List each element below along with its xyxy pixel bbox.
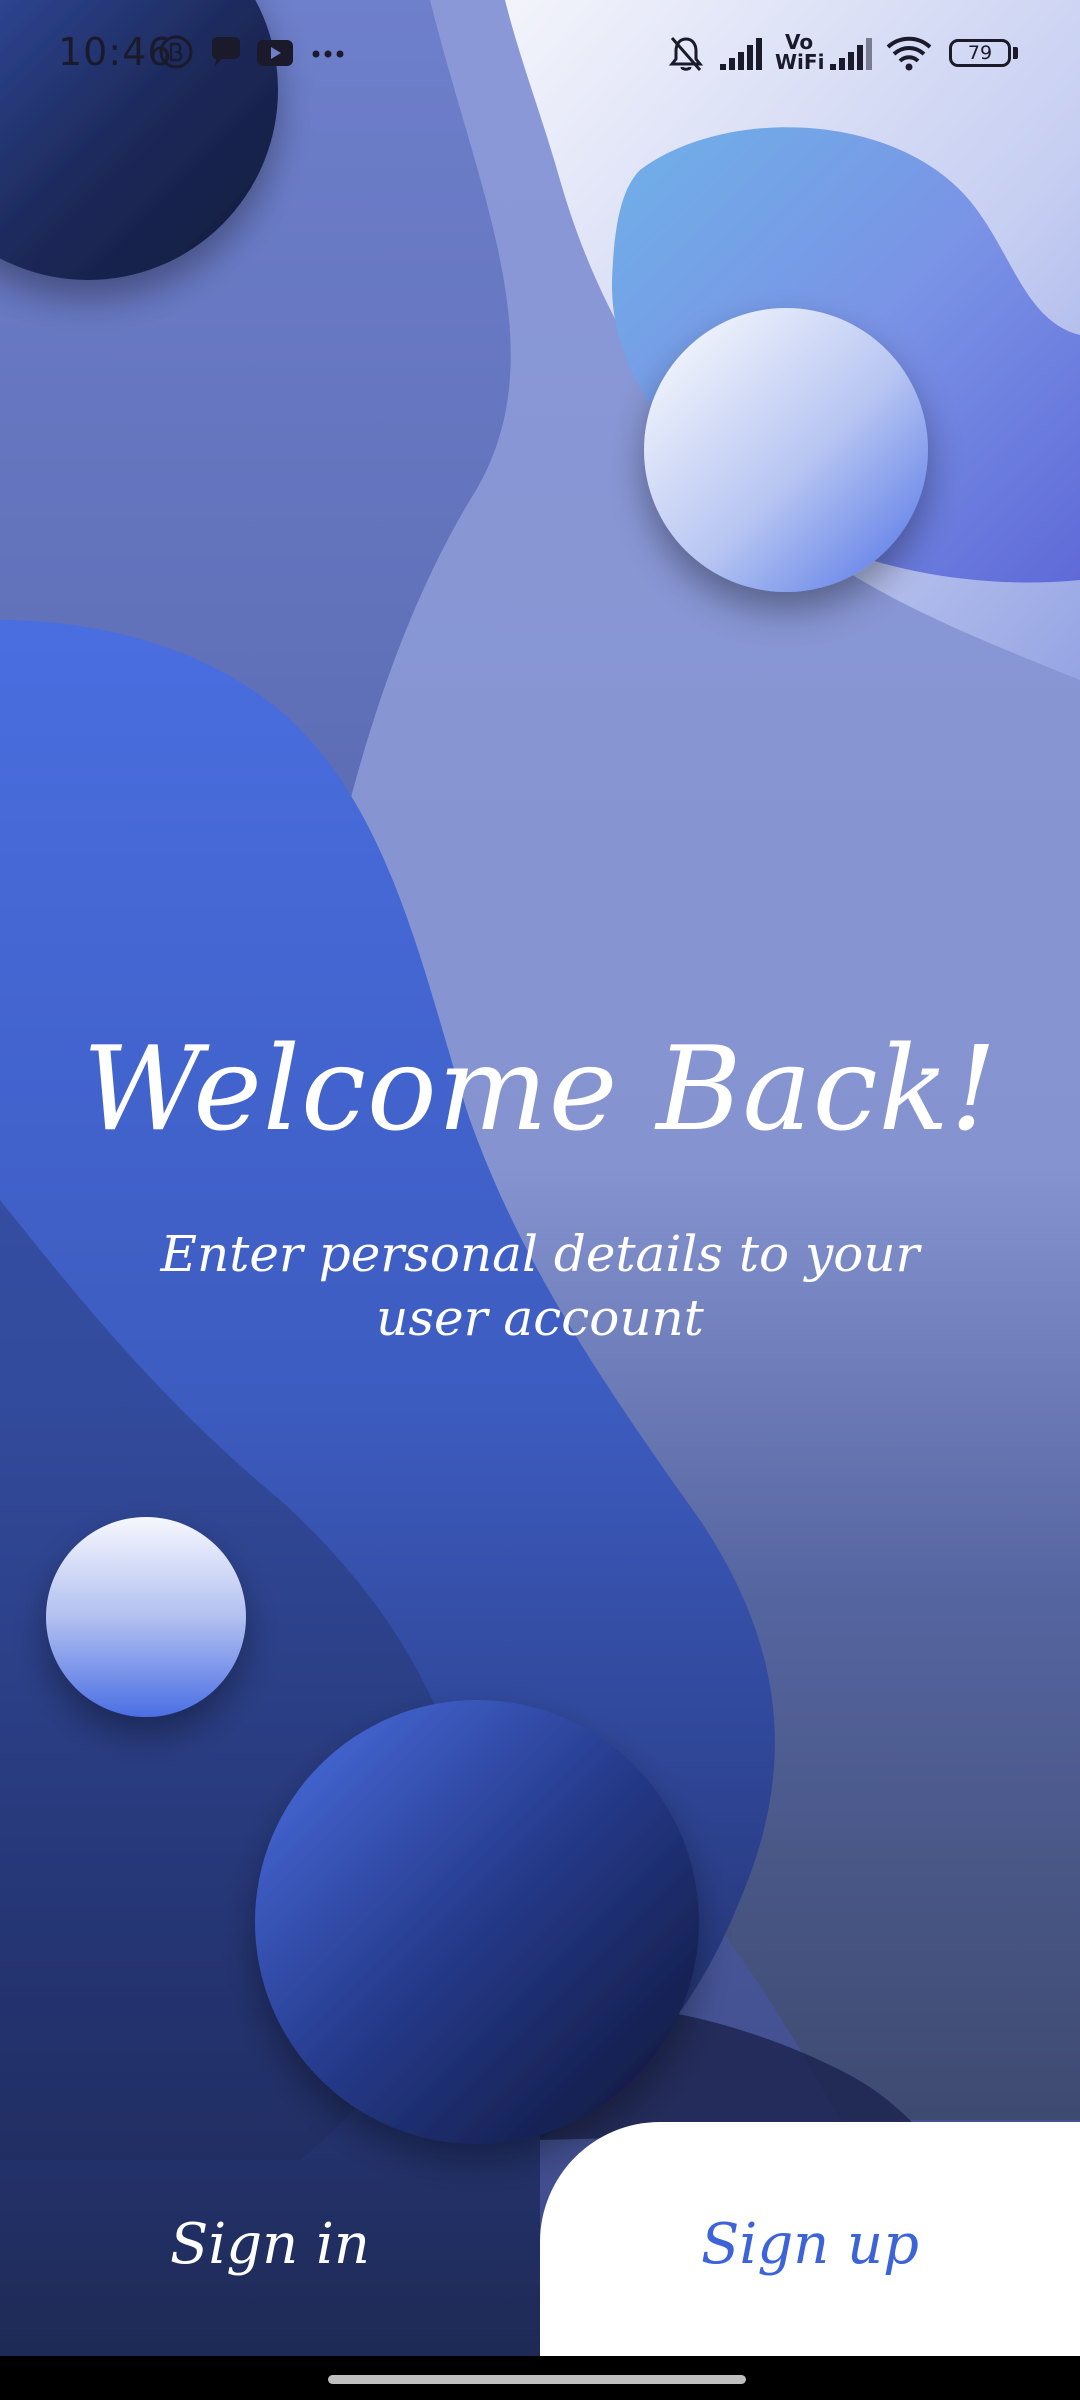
signal-icon xyxy=(720,38,762,70)
status-bar: 10:46 Vo WiFi 79 xyxy=(0,0,1080,110)
welcome-screen: 10:46 Vo WiFi 79 Welcome Back! Enter per… xyxy=(0,0,1080,2400)
b-circle-icon xyxy=(159,35,193,69)
status-time: 10:46 xyxy=(58,30,173,74)
signal-icon xyxy=(830,38,872,70)
battery-tip xyxy=(1013,47,1018,59)
bell-off-icon xyxy=(668,37,704,71)
more-dots-icon xyxy=(312,50,344,58)
wifi-icon xyxy=(886,36,932,71)
chat-bubble-icon xyxy=(212,37,240,66)
sign-up-button[interactable]: Sign up xyxy=(540,2195,1080,2295)
sign-in-button[interactable]: Sign in xyxy=(0,2195,540,2295)
home-indicator[interactable] xyxy=(328,2375,746,2384)
vowifi-indicator: Vo WiFi xyxy=(775,30,825,74)
welcome-title: Welcome Back! xyxy=(82,1022,998,1157)
vowifi-top-label: Vo xyxy=(784,30,814,54)
battery-icon: 79 xyxy=(949,39,1011,67)
battery-level: 79 xyxy=(967,42,993,64)
youtube-icon xyxy=(257,40,293,66)
navigation-bar xyxy=(0,2356,1080,2400)
background-artwork xyxy=(0,0,1080,2400)
welcome-subtitle: Enter personal details to your user acco… xyxy=(160,1225,920,1347)
vowifi-bottom-label: WiFi xyxy=(775,50,825,74)
